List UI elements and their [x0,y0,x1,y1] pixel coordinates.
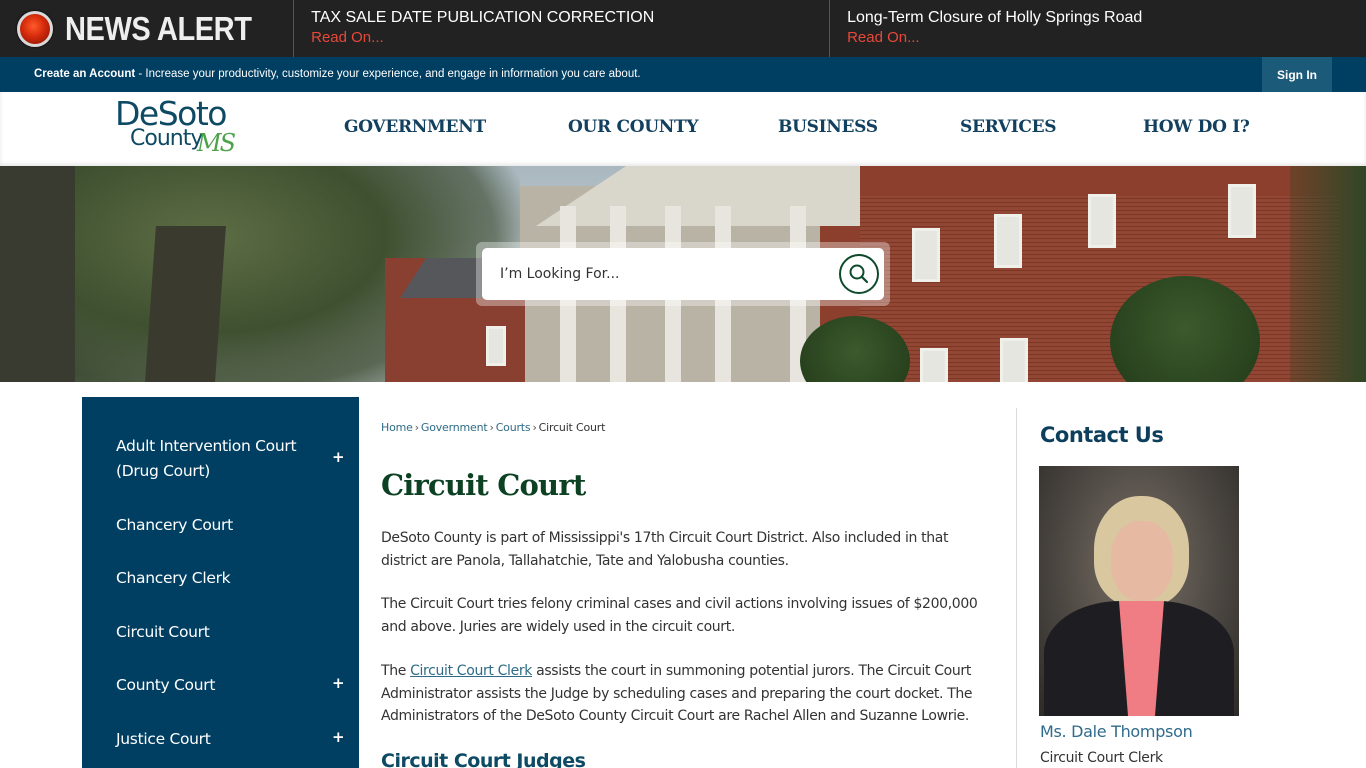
sidebar-item-label[interactable]: Adult Intervention Court (Drug Court) [116,434,316,484]
expand-plus-icon[interactable]: + [332,674,345,692]
paragraph-text: The [381,663,411,679]
sidebar-item-label[interactable]: County Court [116,673,316,698]
contact-us-heading: Contact Us [1040,423,1164,447]
nav-our-county[interactable]: OUR COUNTY [568,117,698,137]
sidebar-item-label[interactable]: Circuit Court [116,620,316,645]
breadcrumb-separator: › [489,421,494,434]
hero-window [912,228,940,282]
paragraph-jurisdiction: The Circuit Court tries felony criminal … [381,596,978,635]
read-on-link[interactable]: Read On... [847,28,1366,48]
hero-window [994,214,1022,268]
alert-light-icon [17,10,53,47]
hero-tree [1290,166,1366,382]
news-alert-item[interactable]: TAX SALE DATE PUBLICATION CORRECTION Rea… [294,0,831,57]
logo-line2: County [130,126,203,151]
breadcrumb-separator: › [414,421,419,434]
photo-face [1111,521,1173,601]
news-alert-title: NEWS ALERT [65,9,252,47]
nav-services[interactable]: SERVICES [960,117,1057,137]
search-icon [849,264,869,284]
hero-window [1088,194,1116,248]
paragraph-district: DeSoto County is part of Mississippi's 1… [381,530,949,569]
create-account-link[interactable]: Create an Account [34,68,135,80]
news-alert-bar: NEWS ALERT TAX SALE DATE PUBLICATION COR… [0,0,1366,57]
expand-plus-icon[interactable]: + [332,448,345,466]
hero-window [486,326,506,366]
column-divider [1016,408,1017,768]
sidebar-item-label[interactable]: Chancery Clerk [116,566,316,591]
sidebar-nav: Adult Intervention Court (Drug Court) + … [82,397,359,768]
search-field-wrapper [482,248,884,300]
news-alert-brand: NEWS ALERT [0,0,295,57]
account-bar: Create an Account - Increase your produc… [0,57,1366,92]
expand-plus-icon[interactable]: + [332,728,345,746]
breadcrumb-current: Circuit Court [538,421,606,434]
sidebar-item-label[interactable]: Chancery Court [116,513,316,538]
account-message-text: - Increase your productivity, customize … [135,68,641,80]
read-on-link[interactable]: Read On... [311,28,829,48]
hero-window [920,348,948,382]
judges-heading: Circuit Court Judges [381,750,586,768]
hero-tree-trunk [0,166,75,382]
account-message: Create an Account - Increase your produc… [34,68,641,80]
breadcrumb-government[interactable]: Government [421,421,488,434]
hero-window [1000,338,1028,382]
sidebar-item-label[interactable]: Justice Court [116,727,316,752]
breadcrumb-home[interactable]: Home [381,421,413,434]
contact-name[interactable]: Ms. Dale Thompson [1040,722,1193,741]
news-alert-item[interactable]: Long-Term Closure of Holly Springs Road … [830,0,1366,57]
contact-photo [1039,466,1239,716]
news-alert-headline[interactable]: Long-Term Closure of Holly Springs Road [847,8,1366,28]
search-box [476,242,890,306]
breadcrumb: Home › Government › Courts › Circuit Court [381,421,605,434]
breadcrumb-courts[interactable]: Courts [496,421,531,434]
news-alert-headline[interactable]: TAX SALE DATE PUBLICATION CORRECTION [311,8,829,28]
hero-tree-trunk [144,226,226,382]
paragraph-clerk: The Circuit Court Clerk assists the cour… [381,660,993,728]
logo-suffix: MS [197,129,236,157]
search-input[interactable] [482,248,822,300]
hero-window [1228,184,1256,238]
breadcrumb-separator: › [532,421,537,434]
contact-role: Circuit Court Clerk [1040,750,1163,766]
nav-how-do-i[interactable]: HOW DO I? [1143,117,1250,137]
nav-government[interactable]: GOVERNMENT [344,117,486,137]
desoto-county-logo[interactable]: DeSoto County MS [115,96,255,160]
search-button[interactable] [839,254,879,294]
site-header: DeSoto County MS GOVERNMENT OUR COUNTY B… [0,92,1366,166]
nav-business[interactable]: BUSINESS [778,117,878,137]
circuit-court-clerk-link[interactable]: Circuit Court Clerk [410,663,532,679]
page-title: Circuit Court [381,468,586,502]
sign-in-button[interactable]: Sign In [1262,57,1332,92]
